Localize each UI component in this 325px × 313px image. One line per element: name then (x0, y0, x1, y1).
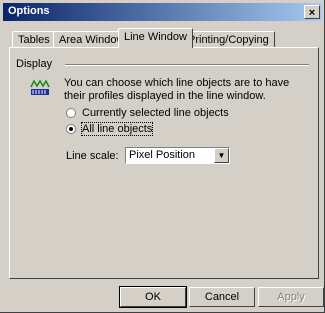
tab-label: Area Window (59, 34, 125, 46)
ok-button[interactable]: OK (119, 286, 187, 308)
display-description: You can choose which line objects are to… (64, 77, 290, 102)
options-dialog: Options × Tables Area Window Line Window… (0, 0, 325, 313)
line-scale-label: Line scale: (66, 150, 119, 162)
line-scale-select[interactable]: Pixel Position ▼ (125, 147, 230, 164)
radio-button-checked[interactable] (66, 124, 76, 134)
display-group-label: Display (16, 58, 53, 70)
close-button[interactable]: × (304, 5, 320, 19)
radio-button[interactable] (66, 108, 76, 118)
tab-label: Printing/Copying (188, 34, 269, 46)
window-title: Options (8, 5, 50, 17)
radio-currently-selected[interactable]: Currently selected line objects (66, 107, 229, 119)
radio-all-line-objects[interactable]: All line objects (66, 122, 154, 136)
radio-label: Currently selected line objects (82, 107, 229, 119)
tab-label: Tables (18, 34, 50, 46)
line-window-icon (30, 79, 50, 99)
tab-printing-copying[interactable]: Printing/Copying (182, 31, 275, 48)
tab-line-window[interactable]: Line Window (118, 28, 193, 48)
tab-tables[interactable]: Tables (12, 31, 56, 48)
chevron-down-icon[interactable]: ▼ (214, 148, 229, 163)
group-divider (65, 64, 309, 66)
apply-button[interactable]: Apply (258, 287, 324, 307)
title-bar[interactable]: Options × (3, 3, 322, 21)
line-scale-value: Pixel Position (129, 149, 196, 161)
radio-label: All line objects (80, 122, 154, 136)
cancel-button[interactable]: Cancel (189, 287, 255, 307)
tab-label: Line Window (124, 31, 187, 43)
